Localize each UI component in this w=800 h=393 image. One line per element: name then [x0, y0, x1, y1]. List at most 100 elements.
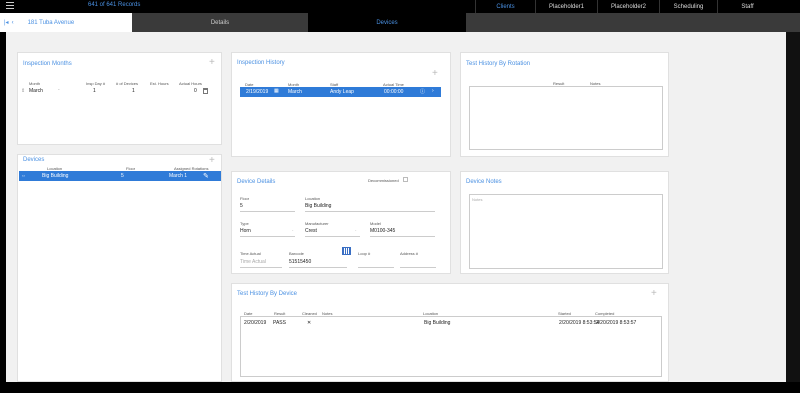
first-record-icon[interactable]: |◂ — [4, 19, 9, 26]
type-field[interactable]: Horn — [240, 228, 251, 234]
add-device-icon[interactable]: + — [209, 156, 215, 166]
add-inspection-icon[interactable]: + — [432, 69, 438, 79]
manufacturer-dropdown-icon[interactable]: - — [355, 227, 356, 232]
device-details-title: Device Details — [237, 179, 276, 185]
drag-handle-icon[interactable]: ⇕ — [21, 88, 25, 94]
tab-details[interactable]: Details — [132, 13, 308, 32]
address-field[interactable] — [400, 267, 436, 268]
devices-card: Devices + Location Floor Assigned Rotati… — [17, 154, 222, 382]
nav-staff[interactable]: Staff — [717, 0, 777, 13]
test-history-device-card: Test History By Device + Date Result Cle… — [231, 283, 669, 382]
model-underline — [370, 236, 435, 237]
insp-day-value[interactable]: 1 — [93, 88, 96, 94]
table-row[interactable]: 2/19/2019 ▦ March Andy Leap 00:00:00 ⓘ › — [240, 87, 441, 97]
menu-icon[interactable] — [6, 2, 14, 10]
device-floor: 5 — [121, 173, 124, 179]
address-title: 181 Tuba Avenue — [27, 19, 75, 26]
add-test-icon[interactable]: + — [651, 289, 657, 299]
history-date[interactable]: 2/19/2019 — [246, 89, 268, 95]
tab-row: |◂ ‹ 181 Tuba Avenue Details Devices — [0, 13, 800, 32]
edit-pencil-icon[interactable]: ✎ — [203, 172, 209, 180]
test-history-rotation-title: Test History By Rotation — [466, 61, 531, 67]
decommissioned-checkbox[interactable] — [403, 177, 408, 182]
device-notes-textarea[interactable]: Notes — [469, 194, 663, 269]
loop-field[interactable] — [358, 267, 394, 268]
col-insp-day: Insp Day # — [86, 81, 106, 86]
device-location: Big Building — [42, 173, 69, 179]
type-underline — [240, 236, 295, 237]
floor-label: Floor — [240, 196, 250, 201]
test-history-device-title: Test History By Device — [237, 291, 298, 297]
devices-title: Devices — [23, 157, 45, 163]
barcode-field[interactable]: 51515450 — [289, 259, 311, 265]
nav-placeholder1[interactable]: Placeholder1 — [535, 0, 597, 13]
time-actual-underline — [240, 267, 282, 268]
device-notes-card: Device Notes Notes — [460, 171, 669, 274]
barcode-scan-icon[interactable] — [342, 247, 351, 255]
calendar-icon[interactable]: ▦ — [274, 88, 279, 94]
device-notes-title: Device Notes — [466, 179, 502, 185]
test-history-table: 2/20/2019 PASS ✕ Big Building 2/20/2019 … — [240, 316, 662, 377]
chevron-right-icon[interactable]: › — [432, 88, 434, 94]
history-month[interactable]: March — [288, 89, 302, 95]
col-actual-hours: Actual Hours — [179, 81, 202, 86]
type-dropdown-icon[interactable]: - — [292, 227, 293, 232]
barcode-underline — [289, 267, 347, 268]
location-underline — [305, 211, 435, 212]
test-completed: 2/20/2019 8:53:57 — [596, 320, 637, 326]
inspection-history-title: Inspection History — [237, 60, 285, 66]
col-month: Month — [29, 81, 41, 86]
history-time[interactable]: 00:00:00 — [384, 89, 403, 95]
nav-placeholder2[interactable]: Placeholder2 — [597, 0, 659, 13]
manufacturer-underline — [305, 236, 360, 237]
top-bar: 641 of 641 Records Clients Placeholder1 … — [0, 0, 800, 13]
col-est-hours: Est. Hours — [150, 81, 169, 86]
tab-devices[interactable]: Devices — [308, 13, 466, 32]
test-date: 2/20/2019 — [244, 320, 267, 326]
time-actual-field[interactable]: Time Actual — [240, 259, 266, 265]
test-result: PASS — [273, 320, 286, 326]
month-value[interactable]: March — [29, 88, 43, 94]
add-inspection-month-icon[interactable]: + — [209, 58, 215, 68]
devices-count-value: 1 — [132, 88, 135, 94]
decommissioned-label: Decommissioned — [368, 178, 399, 183]
device-details-card: Device Details Decommissioned Floor 5 Lo… — [231, 171, 451, 274]
model-label: Model — [370, 221, 381, 226]
test-started: 2/20/2019 8:53:54 — [559, 320, 600, 326]
col-devices: # of Devices — [116, 81, 139, 86]
month-dropdown-icon[interactable]: - — [58, 87, 60, 93]
type-label: Type — [240, 221, 249, 226]
info-icon[interactable]: ⓘ — [420, 88, 425, 95]
record-count: 641 of 641 Records — [88, 2, 141, 8]
test-history-rotation-card: Test History By Rotation Result Notes — [460, 52, 669, 157]
location-field[interactable]: Big Building — [305, 203, 331, 209]
floor-field[interactable]: 5 — [240, 203, 243, 209]
bottom-bar — [0, 382, 800, 393]
address-label: Address # — [400, 251, 419, 256]
table-row[interactable]: ⇔ Big Building 5 March 1 ✎ — [19, 171, 221, 181]
row-select-icon[interactable]: ⇔ — [21, 173, 26, 179]
right-edge — [786, 32, 800, 393]
barcode-label: Barcode — [289, 251, 304, 256]
cleaned-x-icon: ✕ — [307, 320, 312, 326]
record-title: |◂ ‹ 181 Tuba Avenue — [0, 13, 132, 32]
manufacturer-field[interactable]: Crest — [305, 228, 317, 234]
inspection-months-title: Inspection Months — [23, 61, 72, 67]
rotation-results-area — [469, 86, 663, 150]
floor-underline — [240, 211, 295, 212]
inspection-months-card: Inspection Months + Month Insp Day # # o… — [17, 52, 222, 145]
test-location: Big Building — [424, 320, 451, 326]
model-field[interactable]: M0100-345 — [370, 228, 395, 234]
manufacturer-label: Manufacturer — [305, 221, 329, 226]
loop-label: Loop # — [358, 251, 371, 256]
nav-scheduling[interactable]: Scheduling — [659, 0, 717, 13]
trash-icon[interactable] — [203, 88, 208, 94]
nav-clients[interactable]: Clients — [475, 0, 535, 13]
notes-placeholder: Notes — [472, 197, 483, 202]
actual-hours-value: 0 — [194, 88, 197, 94]
main-content: Inspection Months + Month Insp Day # # o… — [6, 32, 786, 382]
history-staff[interactable]: Andy Leap — [330, 89, 354, 95]
tab-filler — [466, 13, 800, 32]
previous-record-icon[interactable]: ‹ — [12, 20, 14, 26]
inspection-history-card: Inspection History + Date Month Staff Ac… — [231, 52, 451, 157]
